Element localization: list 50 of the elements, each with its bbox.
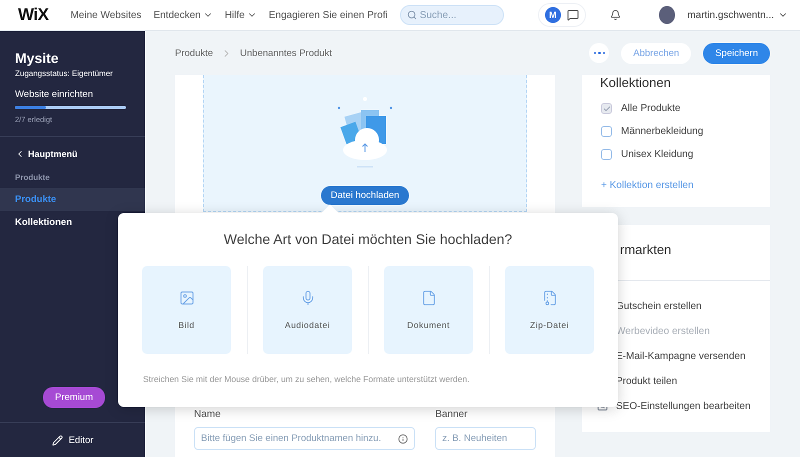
checkbox[interactable] — [601, 126, 612, 137]
search-icon — [406, 10, 417, 20]
breadcrumb-link[interactable]: Unbenanntes Produkt — [240, 48, 332, 58]
pencil-icon — [52, 434, 63, 446]
logo: WiX — [18, 5, 48, 25]
cloud-upload-drawing — [335, 96, 395, 168]
nav-link[interactable]: Meine Websites — [70, 10, 142, 20]
file-type-option[interactable]: Bild — [142, 266, 231, 354]
setup-title: Website einrichten — [15, 89, 94, 100]
info-icon — [398, 434, 408, 444]
upload-button[interactable]: Datei hochladen — [320, 186, 410, 205]
search-field[interactable]: Suche... — [400, 5, 504, 25]
save-button[interactable]: Speichern — [703, 42, 770, 64]
premium-button[interactable]: Premium — [43, 387, 106, 408]
marketing-link[interactable]: SEO-Einstellungen bearbeiten — [616, 398, 756, 415]
input-field[interactable]: z. B. Neuheiten — [435, 427, 536, 450]
more-button[interactable] — [589, 43, 610, 63]
nav-link[interactable]: Hilfe — [224, 10, 257, 20]
file-type-option[interactable]: Audiodatei — [263, 266, 352, 354]
sidebar-item[interactable]: Produkte — [0, 188, 145, 211]
nav-link[interactable]: Entdecken — [153, 10, 213, 20]
checkbox-label: Unisex Kleidung — [621, 149, 694, 160]
popup-title: Welche Art von Datei möchten Sie hochladen? — [224, 231, 512, 247]
input-field[interactable]: Bitte fügen Sie einen Produktnamen hinzu. — [194, 427, 416, 450]
upload-dropzone[interactable]: Datei hochladen — [203, 75, 527, 212]
site-name: Mysite — [15, 50, 60, 66]
marketing-link[interactable]: E-Mail-Kampagne versenden — [616, 348, 756, 365]
checkbox-label: Männerbekleidung — [621, 126, 704, 137]
checkbox[interactable] — [601, 149, 612, 160]
user-avatar[interactable] — [658, 6, 676, 24]
back-link[interactable]: Hauptmenü — [15, 149, 130, 159]
section-label: Produkte — [14, 173, 51, 184]
field-label: Name — [194, 409, 222, 420]
nav-link[interactable]: Engagieren Sie einen Profi — [268, 10, 388, 20]
file-type-option[interactable]: Dokument — [384, 266, 473, 354]
field-label: Banner — [435, 409, 468, 420]
chat-icon[interactable] — [566, 9, 579, 21]
file-type-option[interactable]: Zip-Datei — [505, 266, 594, 354]
document-icon — [420, 290, 436, 306]
checkbox-label: Alle Produkte — [621, 103, 680, 114]
archive-file-icon — [542, 290, 558, 306]
access-status: Zugangsstatus: Eigentümer — [15, 69, 114, 78]
user-menu[interactable]: martin.gschwentn... — [687, 10, 788, 20]
card-title: Kollektionen — [599, 75, 672, 92]
breadcrumb-link[interactable]: Produkte — [175, 48, 214, 58]
popup-hint: Streichen Sie mit der Mouse drüber, um zu sehen, welche Formate unterstützt werden. — [142, 374, 470, 384]
editor-link[interactable]: Editor — [0, 422, 145, 457]
avatar[interactable]: M — [544, 7, 561, 23]
image-icon — [178, 290, 194, 306]
notifications-icon[interactable] — [610, 9, 621, 21]
